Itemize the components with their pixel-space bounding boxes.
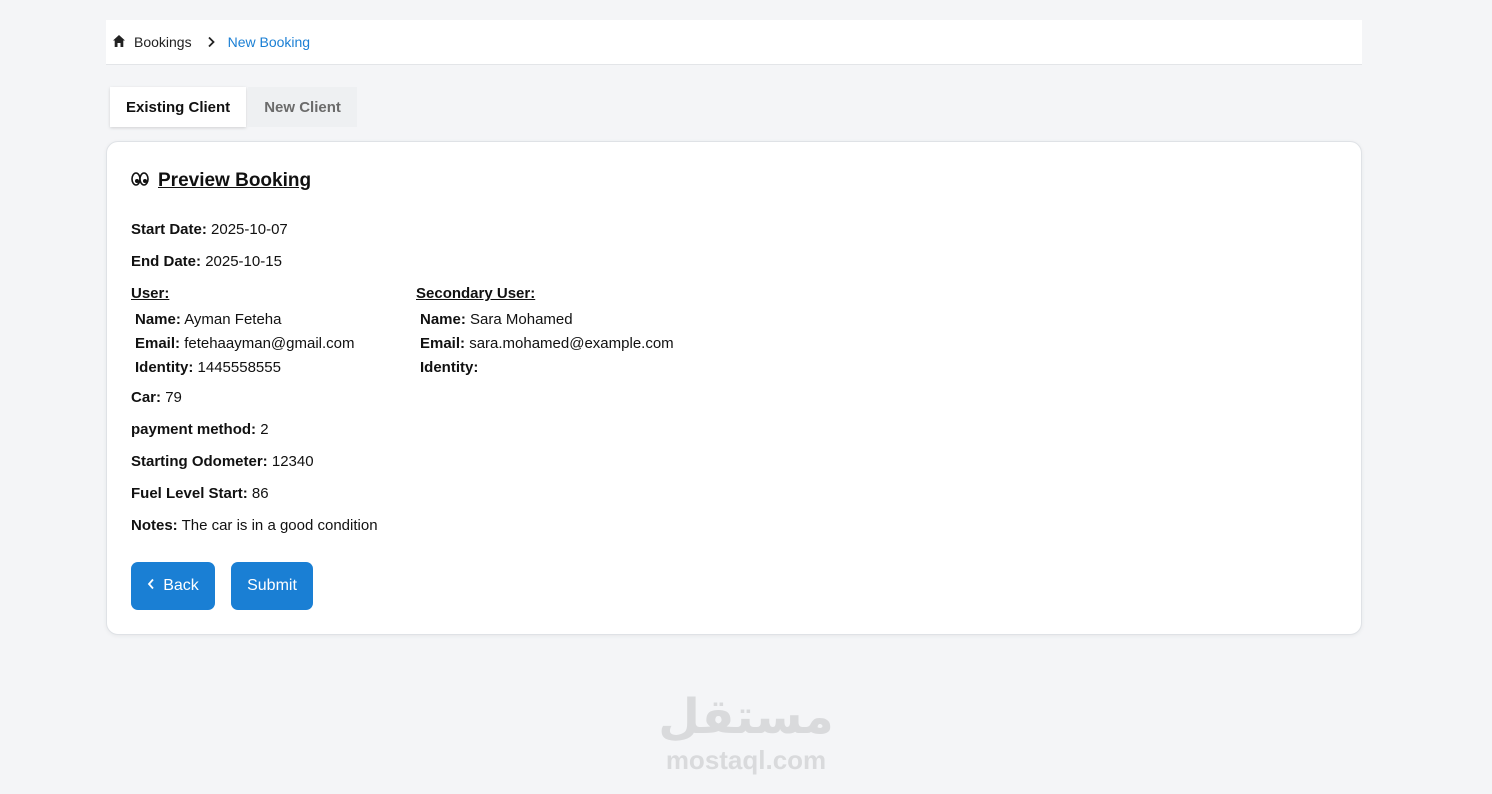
user-name-row: Name: Ayman Feteha [131, 308, 355, 332]
start-date-value: 2025-10-07 [211, 221, 288, 238]
user-name-label: Name: [135, 311, 181, 328]
end-date-value: 2025-10-15 [205, 253, 282, 270]
breadcrumb-item-new-booking: New Booking [227, 34, 311, 50]
car-row: Car: 79 [131, 389, 182, 406]
chevron-left-icon [147, 577, 155, 595]
secondary-user-name-row: Name: Sara Mohamed [416, 308, 674, 332]
odometer-value: 12340 [271, 453, 314, 470]
secondary-user-heading: Secondary User: [416, 285, 536, 302]
fuel-value: 86 [251, 485, 269, 502]
secondary-user-email-row: Email: sara.mohamed@example.com [416, 332, 674, 356]
fuel-label: Fuel Level Start: [131, 485, 248, 502]
secondary-user-name-label: Name: [420, 311, 466, 328]
end-date-label: End Date: [131, 253, 202, 270]
user-identity-label: Identity: [135, 359, 194, 376]
car-value: 79 [165, 389, 182, 406]
client-tabs: Existing Client New Client [110, 87, 357, 127]
submit-button[interactable]: Submit [231, 562, 313, 610]
notes-value: The car is in a good condition [181, 517, 378, 534]
user-identity-value: 1445558555 [197, 359, 281, 376]
eyes-icon [131, 171, 149, 192]
back-button[interactable]: Back [131, 562, 215, 610]
chevron-right-icon [206, 36, 216, 48]
home-icon [112, 34, 126, 51]
notes-label: Notes: [131, 517, 178, 534]
secondary-user-email-label: Email: [420, 335, 466, 352]
watermark: مستقل mostaql.com [655, 690, 837, 774]
payment-value: 2 [260, 421, 269, 438]
user-email-label: Email: [135, 335, 181, 352]
breadcrumb: Bookings New Booking [106, 20, 1362, 65]
user-identity-row: Identity: 1445558555 [131, 356, 355, 380]
page-title: Preview Booking [158, 170, 312, 191]
car-label: Car: [131, 389, 162, 406]
watermark-url: mostaql.com [665, 745, 827, 775]
back-button-label: Back [163, 577, 199, 594]
start-date-label: Start Date: [131, 221, 207, 238]
odometer-row: Starting Odometer: 12340 [131, 453, 314, 470]
breadcrumb-label-bookings: Bookings [134, 34, 192, 50]
start-date-row: Start Date: 2025-10-07 [131, 221, 288, 238]
odometer-label: Starting Odometer: [131, 453, 268, 470]
secondary-user-email-value: sara.mohamed@example.com [469, 335, 674, 352]
user-block: User: Name: Ayman Feteha Email: fetehaay… [131, 285, 355, 380]
user-name-value: Ayman Feteha [184, 311, 282, 328]
notes-row: Notes: The car is in a good condition [131, 517, 378, 534]
tab-existing-client[interactable]: Existing Client [110, 87, 247, 127]
end-date-row: End Date: 2025-10-15 [131, 253, 282, 270]
tab-new-client[interactable]: New Client [248, 87, 357, 127]
payment-row: payment method: 2 [131, 421, 269, 438]
card-header: Preview Booking [131, 170, 311, 192]
user-email-row: Email: fetehaayman@gmail.com [131, 332, 355, 356]
user-heading: User: [131, 285, 170, 302]
watermark-logo: مستقل [658, 691, 834, 744]
secondary-user-name-value: Sara Mohamed [470, 311, 573, 328]
secondary-user-block: Secondary User: Name: Sara Mohamed Email… [416, 285, 674, 380]
payment-label: payment method: [131, 421, 257, 438]
user-email-value: fetehaayman@gmail.com [184, 335, 355, 352]
preview-booking-card: Preview Booking Start Date: 2025-10-07 E… [106, 141, 1362, 635]
secondary-user-identity-row: Identity: [416, 356, 674, 380]
fuel-row: Fuel Level Start: 86 [131, 485, 269, 502]
breadcrumb-item-bookings[interactable]: Bookings [112, 34, 192, 51]
secondary-user-identity-label: Identity: [420, 359, 479, 376]
